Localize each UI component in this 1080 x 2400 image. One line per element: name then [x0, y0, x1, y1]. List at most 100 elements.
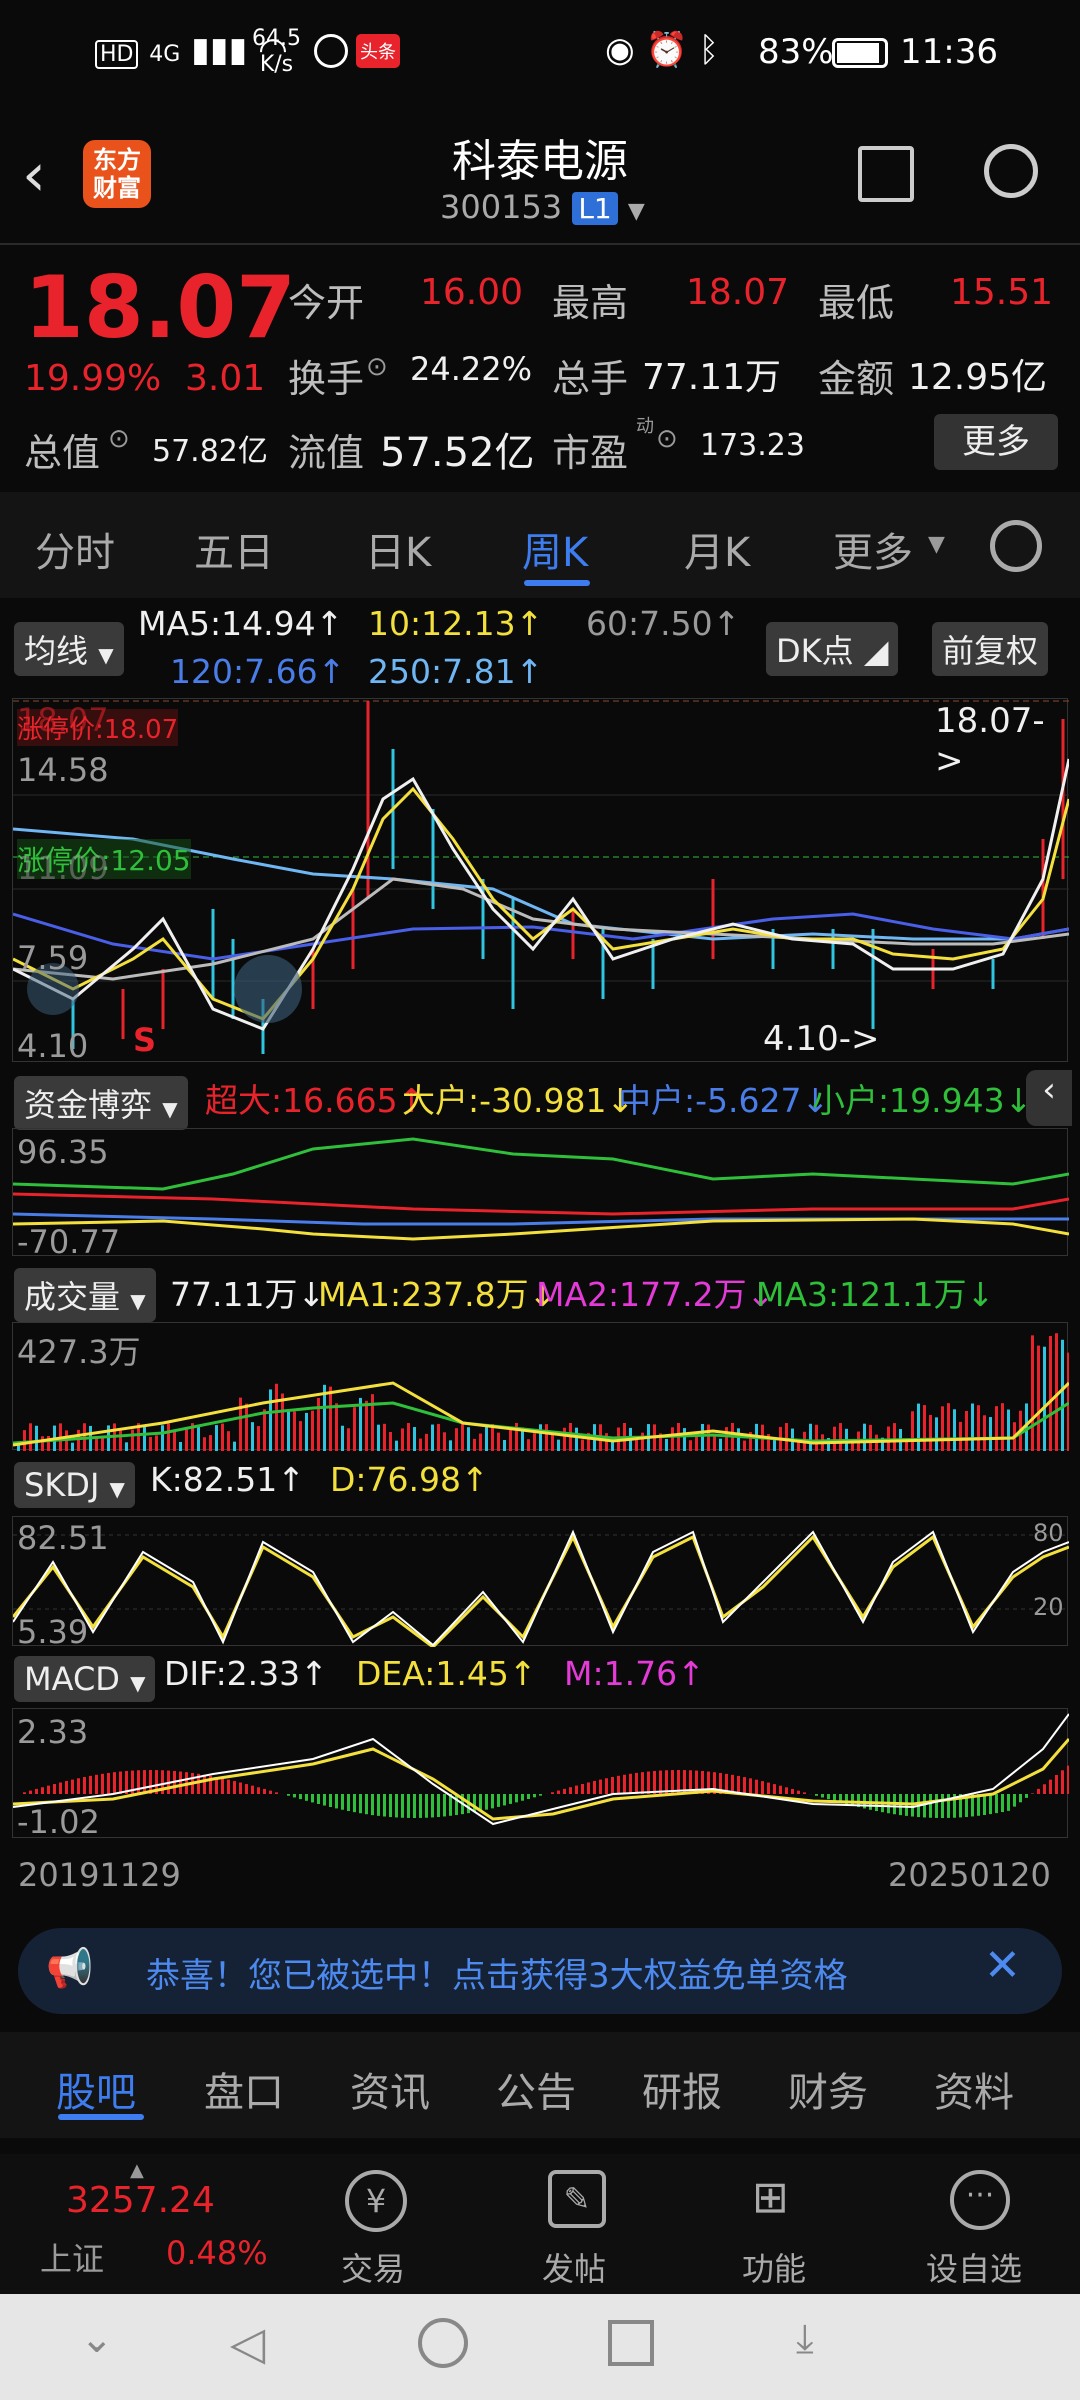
low-value: 15.51	[950, 272, 1054, 313]
tab-research[interactable]: 研报	[642, 2060, 722, 2118]
recent-apps-icon[interactable]	[608, 2320, 654, 2366]
trade-label[interactable]: 交易	[341, 2244, 405, 2290]
tab-weekly-k[interactable]: 周K	[522, 520, 588, 578]
chevron-down-icon: ▼	[627, 199, 645, 224]
volume-bar	[959, 1421, 962, 1451]
info-icon[interactable]: ⊙	[366, 352, 388, 382]
edit-icon[interactable]: ✎	[548, 2170, 606, 2228]
ma120-value: 120:7.66↑	[170, 652, 346, 691]
tab-finance[interactable]: 财务	[788, 2060, 868, 2118]
volume-bar	[335, 1403, 338, 1451]
volume-bar	[431, 1424, 434, 1451]
tab-profile[interactable]: 资料	[934, 2060, 1014, 2118]
macd-bar	[989, 1794, 992, 1815]
volume-bar	[977, 1405, 980, 1451]
tab-more[interactable]: 更多	[833, 520, 913, 578]
tab-fenshi[interactable]: 分时	[35, 520, 115, 578]
volume-bar	[533, 1433, 536, 1451]
macd-bar	[785, 1787, 788, 1794]
macd-axis-bottom: -1.02	[17, 1803, 100, 1841]
hide-keyboard-icon[interactable]: ⌄	[80, 2316, 114, 2362]
volume-bar	[1067, 1352, 1070, 1451]
search-icon[interactable]	[984, 144, 1038, 198]
macd-bar	[797, 1790, 800, 1794]
macd-bar	[431, 1794, 434, 1818]
tab-monthly-k[interactable]: 月K	[684, 520, 750, 578]
info-icon[interactable]: ⊙	[108, 424, 130, 454]
macd-bar	[749, 1778, 752, 1794]
volume-bar	[725, 1427, 728, 1451]
macd-chip[interactable]: MACD ▼	[14, 1656, 156, 1702]
volume-bar	[23, 1430, 26, 1451]
volume-bar	[581, 1439, 584, 1451]
macd-bar	[485, 1794, 488, 1810]
fund-chip[interactable]: 资金博弈 ▼	[14, 1076, 188, 1130]
close-icon[interactable]: ✕	[984, 1940, 1021, 1991]
macd-bar	[1025, 1794, 1028, 1798]
volume-bar	[437, 1423, 440, 1451]
tab-notice[interactable]: 公告	[496, 2060, 576, 2118]
battery-icon	[832, 38, 888, 68]
grid-icon[interactable]: ⊞	[752, 2172, 789, 2223]
post-label[interactable]: 发帖	[542, 2244, 606, 2290]
ma60-value: 60:7.50↑	[586, 604, 741, 643]
info-icon[interactable]: ⊙	[656, 424, 678, 454]
tab-wuri[interactable]: 五日	[194, 520, 274, 578]
volume-bar	[29, 1423, 32, 1451]
low-label: 最低	[818, 281, 895, 325]
volume-bar	[575, 1427, 578, 1451]
macd-bar	[851, 1794, 854, 1806]
tab-pankou[interactable]: 盘口	[204, 2060, 284, 2118]
macd-bar	[779, 1785, 782, 1794]
macd-bar	[317, 1794, 320, 1805]
fq-button[interactable]: 前复权	[932, 622, 1049, 676]
home-nav-icon[interactable]	[418, 2318, 468, 2368]
volume-bar	[329, 1386, 332, 1451]
func-label[interactable]: 功能	[742, 2244, 806, 2290]
index-name[interactable]: 上证	[40, 2234, 104, 2280]
more-button[interactable]: 更多	[934, 414, 1058, 470]
macd-bar	[293, 1794, 296, 1798]
tab-daily-k[interactable]: 日K	[365, 520, 431, 578]
tab-guba[interactable]: 股吧	[56, 2060, 136, 2118]
trade-icon[interactable]: ¥	[345, 2170, 407, 2232]
macd-bar	[305, 1794, 308, 1801]
pe-value: 173.23	[700, 428, 805, 463]
promo-banner[interactable]: 📢 恭喜！您已被选中！点击获得3大权益免单资格 ✕	[18, 1928, 1062, 2014]
macd-bar	[1019, 1794, 1022, 1803]
volume-chip[interactable]: 成交量 ▼	[14, 1268, 156, 1322]
volume-bar	[941, 1406, 944, 1451]
macd-bar	[473, 1794, 476, 1813]
volume-chart: 427.3万	[12, 1322, 1071, 1451]
macd-bar	[773, 1784, 776, 1794]
volume-bar	[179, 1441, 182, 1451]
kline-chart[interactable]: 涨停价:18.07 18.07 14.58 涨停价:12.05 11.09 7.…	[12, 698, 1071, 1065]
macd-bar	[1037, 1788, 1040, 1794]
volume-bar	[245, 1403, 248, 1451]
index-pct[interactable]: 0.48%	[166, 2234, 268, 2272]
axis-y2: 14.58	[17, 751, 109, 789]
volume-bar	[371, 1394, 374, 1451]
skdj-chip[interactable]: SKDJ ▼	[14, 1462, 135, 1508]
index-value[interactable]: 3257.24	[66, 2180, 215, 2221]
volume-bar	[161, 1425, 164, 1451]
volume-bar	[149, 1436, 152, 1451]
ma-chip[interactable]: 均线 ▼	[14, 622, 124, 676]
back-nav-icon[interactable]: ◁	[230, 2316, 265, 2370]
more-dots-icon[interactable]: ···	[950, 2170, 1010, 2230]
macd-bar	[251, 1785, 254, 1794]
alarm-icon: ⏰	[645, 30, 688, 70]
share-icon[interactable]	[858, 146, 914, 202]
volume-bar	[863, 1423, 866, 1451]
dk-button[interactable]: DK点 ◢	[766, 622, 899, 676]
collapse-icon[interactable]: ‹	[1026, 1070, 1072, 1126]
volume-bar	[935, 1417, 938, 1451]
watch-label[interactable]: 设自选	[926, 2244, 1022, 2290]
notification-pull-icon[interactable]: ⤓	[796, 2316, 814, 2362]
settings-icon[interactable]	[990, 520, 1042, 572]
tab-news[interactable]: 资讯	[350, 2060, 430, 2118]
pe-label: 市盈	[552, 431, 629, 475]
skdj-d: D:76.98↑	[330, 1460, 489, 1499]
macd-bar	[179, 1771, 182, 1794]
volume-bar	[503, 1439, 506, 1451]
